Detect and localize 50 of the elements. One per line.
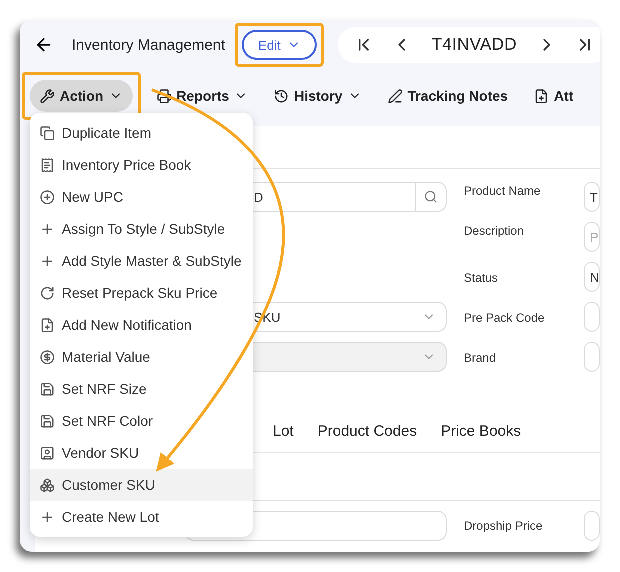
field-label: Description — [464, 223, 526, 238]
input-field[interactable] — [584, 302, 600, 332]
save-icon — [40, 382, 55, 396]
toolbar-button[interactable]: Reports — [146, 80, 258, 112]
printer-icon — [156, 88, 172, 104]
record-code: T4INVADD — [430, 35, 518, 55]
menu-item[interactable]: Assign To Style / SubStyle — [30, 213, 253, 245]
menu-item[interactable]: Set NRF Color — [30, 405, 253, 437]
tab[interactable]: Lot — [273, 422, 294, 440]
history-icon — [274, 88, 290, 104]
refresh-icon — [40, 286, 55, 300]
edit-button[interactable]: Edit — [242, 30, 317, 60]
menu-item[interactable]: Set NRF Size — [30, 373, 253, 405]
wrench-icon — [40, 88, 55, 104]
plus-circle-icon — [40, 190, 55, 204]
user-card-icon — [40, 446, 55, 460]
boxes-icon — [40, 478, 55, 492]
toolbar-button[interactable]: Att — [524, 80, 584, 112]
input-field[interactable] — [584, 342, 600, 372]
plus-icon — [40, 254, 55, 268]
file-plus-icon — [40, 318, 55, 332]
pen-icon — [388, 88, 403, 104]
save-icon — [40, 414, 55, 428]
field-label: Product Name — [464, 183, 542, 198]
file-plus-icon — [534, 88, 550, 104]
input-field[interactable]: T — [584, 182, 600, 212]
tab[interactable]: Product Codes — [318, 422, 418, 440]
menu-item[interactable]: Duplicate Item — [30, 117, 253, 149]
tab[interactable]: Price Books — [441, 422, 522, 440]
copy-icon — [40, 126, 55, 140]
toolbar-button[interactable]: Tracking Notes — [378, 80, 518, 112]
field-label: Status — [464, 270, 500, 285]
input-field[interactable] — [584, 511, 600, 541]
receipt-icon — [40, 158, 55, 172]
toolbar-button[interactable]: History — [264, 80, 372, 112]
toolbar-button[interactable]: Action — [30, 80, 133, 112]
field-label: Dropship Price — [464, 518, 544, 533]
menu-item[interactable]: Customer SKU — [30, 469, 253, 501]
menu-item[interactable]: Add Style Master & SubStyle — [30, 245, 253, 277]
menu-item[interactable]: Material Value — [30, 341, 253, 373]
field-label: Brand — [464, 350, 498, 365]
page-title: Inventory Management — [72, 36, 226, 54]
menu-item[interactable]: Create New Lot — [30, 501, 253, 533]
menu-item[interactable]: Vendor SKU — [30, 437, 253, 469]
dollar-icon — [40, 350, 55, 364]
plus-icon — [40, 510, 55, 524]
input-field[interactable]: N — [584, 262, 600, 292]
menu-item[interactable]: Inventory Price Book — [30, 149, 253, 181]
plus-icon — [40, 222, 55, 236]
field-label: Pre Pack Code — [464, 310, 546, 325]
